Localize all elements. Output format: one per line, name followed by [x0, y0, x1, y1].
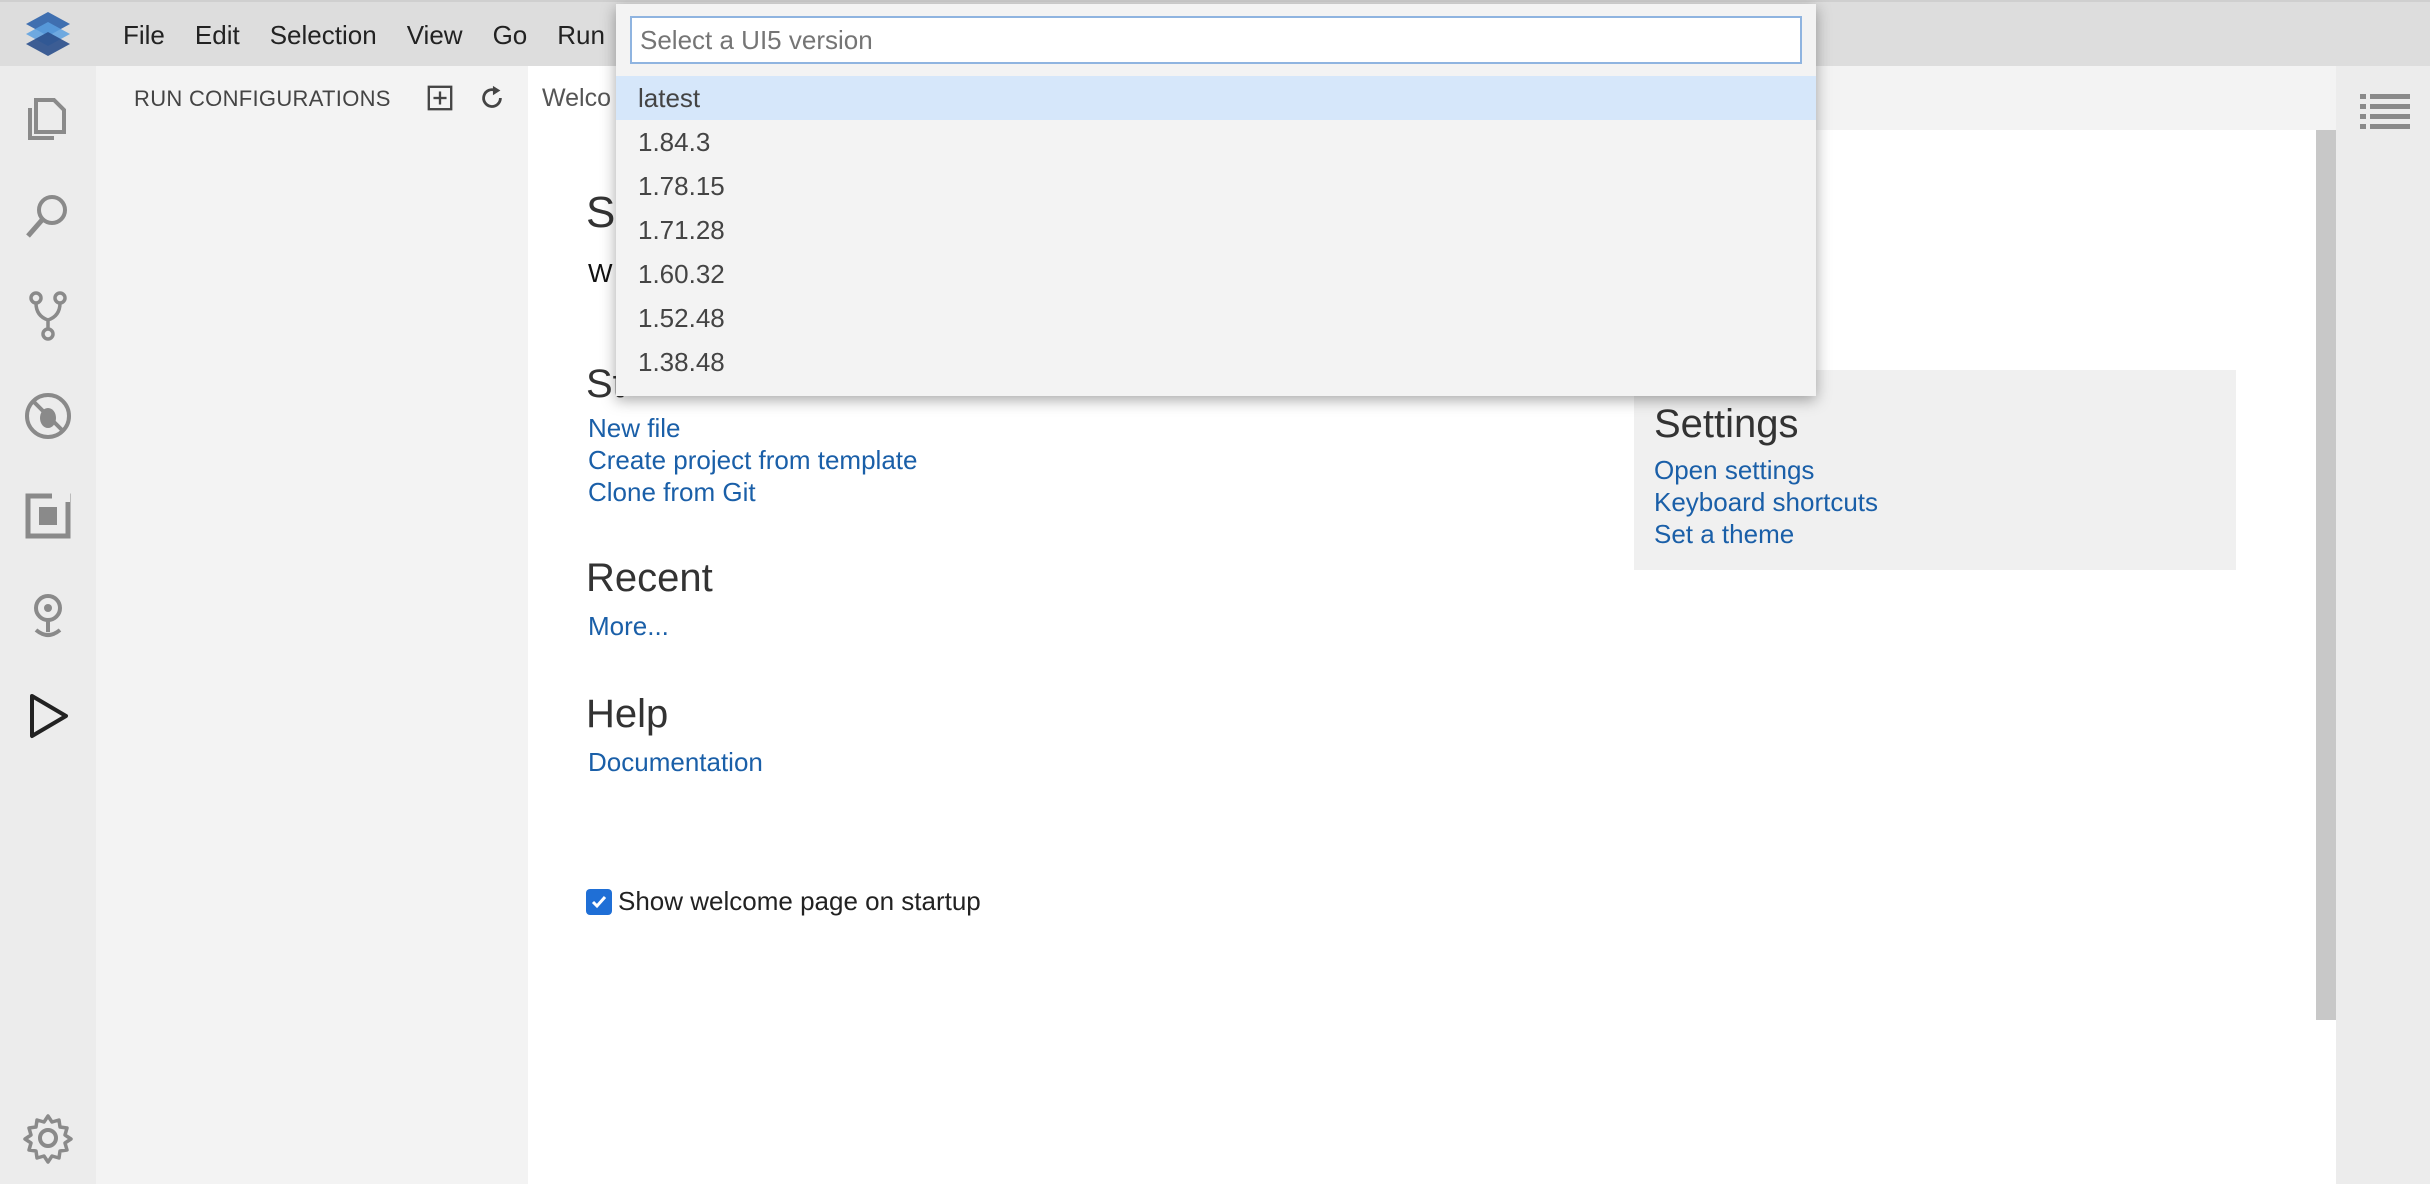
- new-file-link[interactable]: New file: [588, 412, 917, 444]
- recent-links: More...: [588, 610, 669, 642]
- version-option-latest[interactable]: latest: [616, 76, 1816, 120]
- run-configurations-panel: RUN CONFIGURATIONS: [96, 66, 528, 1184]
- panel-title: RUN CONFIGURATIONS: [134, 86, 391, 111]
- main-menu: File Edit Selection View Go Run: [108, 2, 620, 68]
- version-option[interactable]: 1.60.32: [616, 252, 1816, 296]
- settings-section: Settings Open settings Keyboard shortcut…: [1634, 370, 2236, 570]
- debug-icon[interactable]: [18, 386, 78, 446]
- recent-heading: Recent: [586, 556, 713, 600]
- menu-edit[interactable]: Edit: [180, 2, 255, 68]
- outline-list-icon[interactable]: [2360, 92, 2410, 137]
- activity-bar: [0, 66, 96, 1184]
- remote-explorer-icon[interactable]: [18, 586, 78, 646]
- welcome-subtitle: W: [588, 258, 613, 288]
- ui5-version-search-input[interactable]: [630, 16, 1802, 64]
- open-settings-link[interactable]: Open settings: [1654, 454, 1878, 486]
- add-configuration-icon[interactable]: [422, 80, 458, 116]
- secondary-sidebar: [2336, 66, 2430, 1184]
- show-on-startup-checkbox[interactable]: [586, 888, 612, 915]
- create-project-link[interactable]: Create project from template: [588, 444, 917, 476]
- run-configurations-icon[interactable]: [18, 686, 78, 746]
- version-option[interactable]: 1.84.3: [616, 120, 1816, 164]
- menu-file[interactable]: File: [108, 2, 180, 68]
- more-recent-link[interactable]: More...: [588, 610, 669, 642]
- version-option[interactable]: 1.71.28: [616, 208, 1816, 252]
- clone-from-git-link[interactable]: Clone from Git: [588, 476, 917, 508]
- set-theme-link[interactable]: Set a theme: [1654, 518, 1878, 550]
- refresh-icon[interactable]: [474, 80, 510, 116]
- menu-go[interactable]: Go: [478, 2, 543, 68]
- search-icon[interactable]: [18, 186, 78, 246]
- show-on-startup-label: Show welcome page on startup: [618, 886, 981, 916]
- explorer-icon[interactable]: [18, 88, 78, 148]
- documentation-link[interactable]: Documentation: [588, 746, 763, 778]
- help-heading: Help: [586, 692, 669, 736]
- app-logo-icon: [22, 10, 74, 60]
- editor-scrollbar[interactable]: [2316, 130, 2336, 1020]
- settings-heading: Settings: [1654, 402, 1799, 446]
- menu-run[interactable]: Run: [542, 2, 620, 68]
- help-links: Documentation: [588, 746, 763, 778]
- keyboard-shortcuts-link[interactable]: Keyboard shortcuts: [1654, 486, 1878, 518]
- ui5-version-list: latest 1.84.3 1.78.15 1.71.28 1.60.32 1.…: [616, 76, 1816, 384]
- welcome-title: S: [586, 188, 616, 237]
- start-links: New file Create project from template Cl…: [588, 412, 917, 508]
- settings-links: Open settings Keyboard shortcuts Set a t…: [1654, 454, 1878, 550]
- menu-selection[interactable]: Selection: [255, 2, 392, 68]
- ui5-version-quick-pick: latest 1.84.3 1.78.15 1.71.28 1.60.32 1.…: [616, 4, 1816, 396]
- version-option[interactable]: 1.78.15: [616, 164, 1816, 208]
- extensions-icon[interactable]: [18, 486, 78, 546]
- tab-label: Welco: [542, 84, 612, 112]
- source-control-icon[interactable]: [18, 286, 78, 346]
- startup-option: Show welcome page on startup: [586, 886, 981, 917]
- settings-gear-icon[interactable]: [18, 1108, 78, 1168]
- version-option[interactable]: 1.38.48: [616, 340, 1816, 384]
- version-option[interactable]: 1.52.48: [616, 296, 1816, 340]
- menu-view[interactable]: View: [392, 2, 478, 68]
